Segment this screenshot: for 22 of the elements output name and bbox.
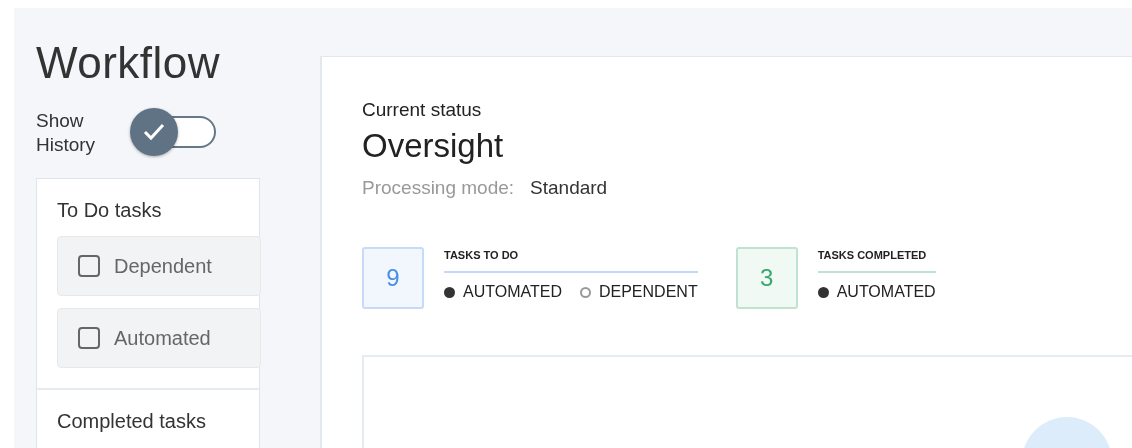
- task-count: 9: [362, 247, 424, 309]
- section-title: To Do tasks: [57, 199, 163, 222]
- legend-label: AUTOMATED: [836, 283, 936, 301]
- status-value: Oversight: [362, 127, 505, 165]
- stat-title: TASKS COMPLETED: [817, 247, 936, 273]
- legend-dot-icon: [444, 286, 455, 298]
- mode-label: Processing mode:: [362, 177, 515, 199]
- status-label: Current status: [362, 99, 483, 121]
- legend-dot-icon: [579, 286, 591, 298]
- section-title: Completed tasks: [57, 410, 207, 433]
- page-title: Workflow: [36, 38, 222, 88]
- legend-dot-icon: [817, 286, 829, 298]
- task-count: 3: [735, 247, 798, 309]
- toggle-knob[interactable]: [130, 108, 178, 156]
- filter-checkbox[interactable]: Dependent: [57, 236, 261, 296]
- legend-label: AUTOMATED: [463, 283, 562, 301]
- stat-title: TASKS TO DO: [444, 247, 698, 273]
- legend-label: DEPENDENT: [598, 283, 698, 301]
- toggle-label: Show History: [36, 109, 97, 157]
- mode-value: Standard: [530, 177, 608, 199]
- filter-checkbox[interactable]: Automated: [57, 308, 261, 368]
- check-icon: [142, 122, 166, 142]
